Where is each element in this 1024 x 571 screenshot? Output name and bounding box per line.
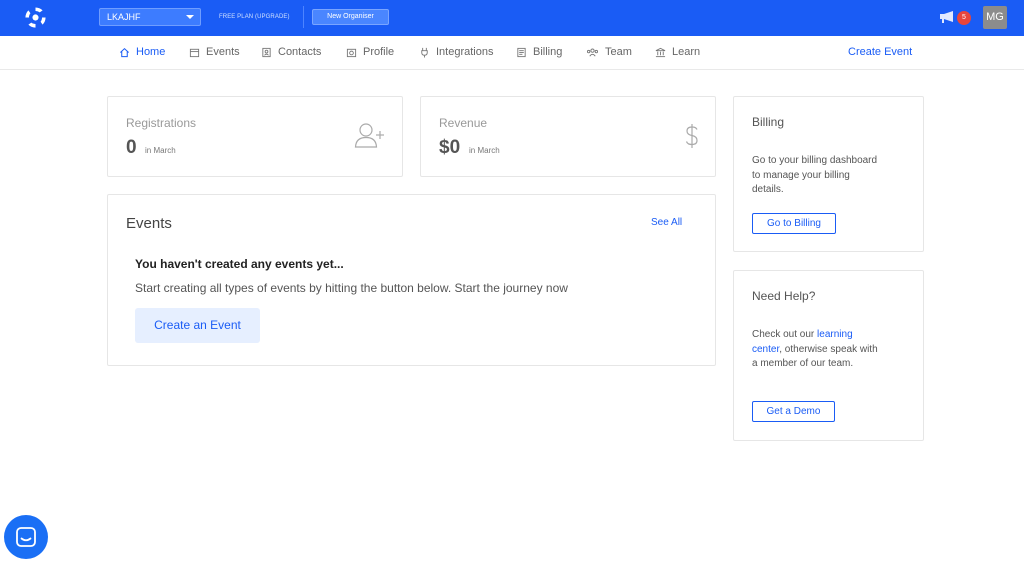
events-title: Events: [126, 215, 172, 232]
billing-title: Billing: [752, 115, 785, 129]
registrations-value: 0: [126, 137, 137, 158]
revenue-label: Revenue: [439, 116, 488, 130]
go-to-billing-button[interactable]: Go to Billing: [752, 213, 836, 234]
top-bar: LKAJHF FREE PLAN (UPGRADE) New Organiser…: [0, 0, 1024, 36]
divider: [303, 6, 304, 28]
empty-state-text: Start creating all types of events by hi…: [135, 281, 568, 295]
chat-launcher-button[interactable]: [4, 515, 48, 559]
organisation-select[interactable]: LKAJHF: [99, 8, 201, 26]
chat-icon: [16, 527, 36, 547]
new-organiser-button[interactable]: New Organiser: [312, 9, 389, 25]
create-event-link[interactable]: Create Event: [848, 45, 912, 59]
billing-text: Go to your billing dashboard to manage y…: [752, 155, 878, 195]
team-icon: [587, 48, 598, 56]
plan-upgrade-link[interactable]: FREE PLAN (UPGRADE): [219, 14, 290, 20]
create-event-button[interactable]: Create an Event: [135, 308, 260, 343]
nav-item-home[interactable]: Home: [119, 45, 165, 59]
calendar-icon: [189, 48, 200, 57]
billing-card: Billing Go to your billing dashboard to …: [733, 96, 924, 252]
registrations-period: in March: [145, 146, 176, 155]
registrations-card: Registrations 0 in March: [107, 96, 403, 177]
dollar-icon: [685, 124, 698, 148]
registrations-label: Registrations: [126, 116, 197, 130]
avatar[interactable]: MG: [983, 6, 1007, 29]
nav-label: Learn: [672, 46, 701, 58]
main-nav: Home Events Contacts Profile Integration…: [0, 36, 1024, 70]
revenue-period: in March: [469, 146, 500, 155]
empty-state-title: You haven't created any events yet...: [135, 257, 344, 271]
nav-label: Events: [206, 46, 240, 58]
nav-item-integrations[interactable]: Integrations: [419, 45, 493, 59]
institution-icon: [655, 47, 666, 57]
nav-item-team[interactable]: Team: [586, 45, 632, 59]
contact-card-icon: [262, 47, 271, 57]
chevron-down-icon: [186, 15, 194, 19]
help-title: Need Help?: [752, 289, 816, 303]
nav-label: Integrations: [436, 46, 494, 58]
nav-label: Profile: [363, 46, 395, 58]
help-text: Check out our learning center, otherwise…: [752, 328, 884, 372]
megaphone-icon[interactable]: [939, 10, 957, 24]
nav-label: Billing: [533, 46, 563, 58]
nav-label: Home: [136, 46, 166, 58]
nav-item-profile[interactable]: Profile: [346, 45, 394, 59]
revenue-card: Revenue $0 in March: [420, 96, 716, 177]
plug-icon: [421, 47, 428, 58]
nav-label: Team: [605, 46, 632, 58]
organisation-name: LKAJHF: [107, 12, 141, 22]
invoice-icon: [517, 47, 526, 57]
nav-item-events[interactable]: Events: [189, 45, 240, 59]
nav-label: Contacts: [278, 46, 322, 58]
nav-item-contacts[interactable]: Contacts: [261, 45, 321, 59]
nav-item-billing[interactable]: Billing: [516, 45, 562, 59]
add-user-icon: [354, 123, 384, 148]
help-card: Need Help? Check out our learning center…: [733, 270, 924, 441]
help-text-before: Check out our: [752, 329, 818, 340]
logo-icon[interactable]: [24, 6, 47, 29]
events-card: Events See All You haven't created any e…: [107, 194, 716, 366]
revenue-value: $0: [439, 137, 461, 158]
profile-icon: [346, 48, 357, 57]
home-icon: [120, 47, 129, 57]
notification-badge[interactable]: 5: [957, 11, 971, 25]
nav-item-learn[interactable]: Learn: [655, 45, 700, 59]
get-demo-button[interactable]: Get a Demo: [752, 401, 835, 422]
see-all-link[interactable]: See All: [651, 217, 682, 228]
